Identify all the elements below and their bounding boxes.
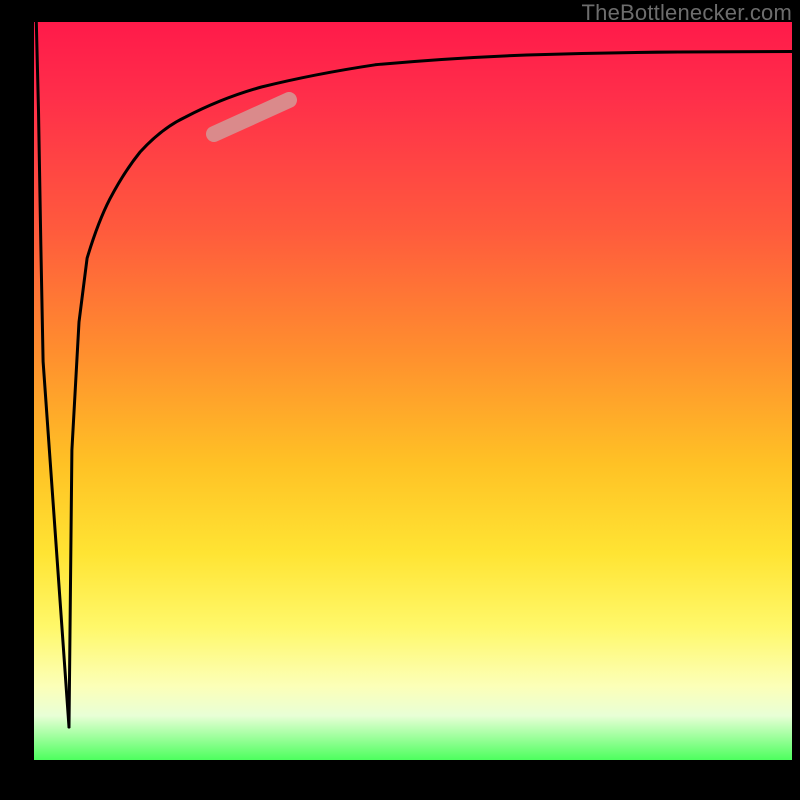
bottleneck-curve-up bbox=[69, 52, 792, 728]
chart-stage: TheBottlenecker.com bbox=[0, 0, 800, 800]
plot-area bbox=[34, 22, 792, 760]
bottleneck-curve-down bbox=[36, 22, 69, 727]
bottleneck-curve bbox=[34, 22, 792, 760]
highlight-segment bbox=[214, 100, 289, 134]
